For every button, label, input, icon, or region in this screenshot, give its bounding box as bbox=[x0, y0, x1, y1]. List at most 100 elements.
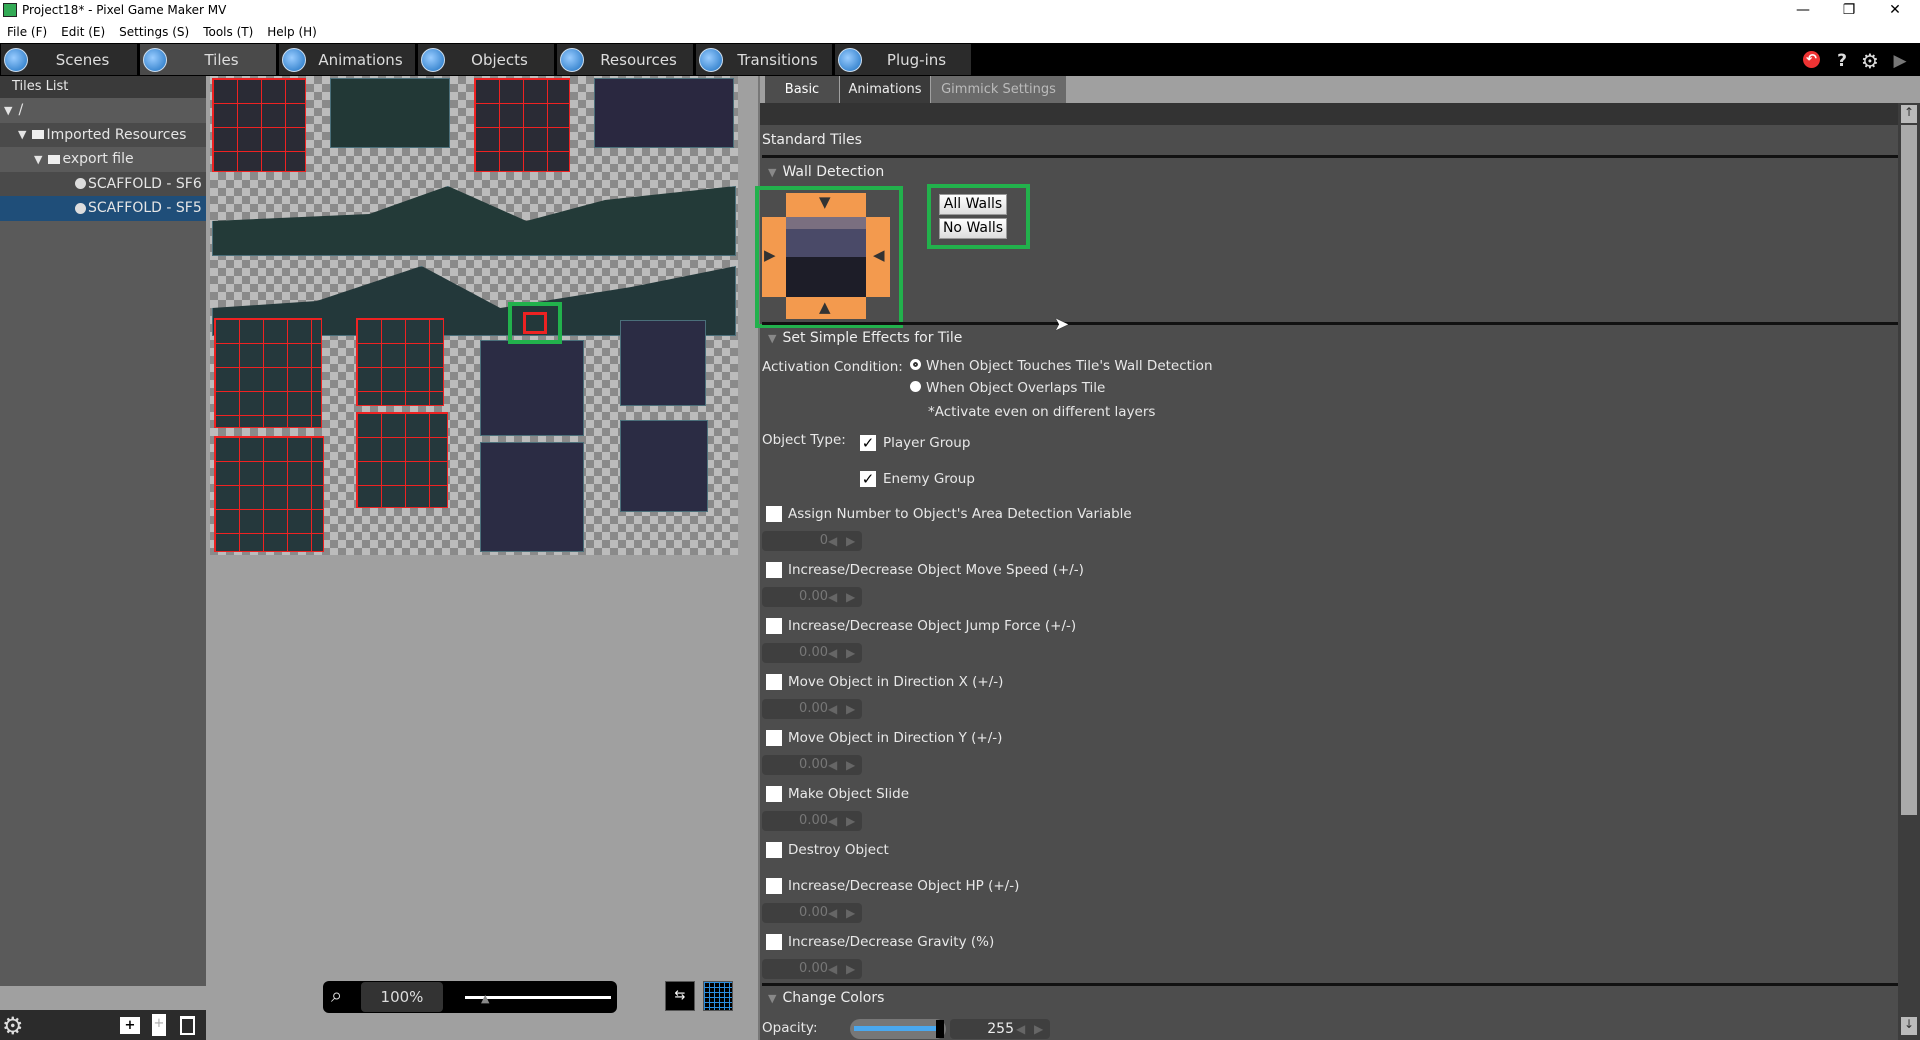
grid-toggle-icon[interactable] bbox=[703, 981, 733, 1011]
add-folder-icon[interactable]: + bbox=[120, 1017, 140, 1034]
selected-tile-highlight[interactable] bbox=[508, 302, 562, 344]
collapse-icon[interactable]: ▼ bbox=[768, 992, 776, 1005]
decrement-icon[interactable]: ◀ bbox=[1016, 1019, 1025, 1039]
tree-item-sf6[interactable]: SCAFFOLD - SF6 bbox=[0, 171, 206, 196]
scrollbar[interactable]: ↑ ↓ bbox=[1898, 103, 1920, 1040]
value-spinner[interactable]: 0.00 ◀ ▶ bbox=[762, 959, 862, 979]
close-button[interactable]: ✕ bbox=[1872, 0, 1918, 21]
menu-settings[interactable]: Settings (S) bbox=[119, 25, 189, 39]
tab-gimmick-settings[interactable]: Gimmick Settings bbox=[931, 76, 1066, 103]
checkbox[interactable] bbox=[766, 674, 782, 690]
checkbox[interactable] bbox=[766, 618, 782, 634]
checkbox[interactable] bbox=[766, 506, 782, 522]
menu-tools[interactable]: Tools (T) bbox=[203, 25, 253, 39]
tab-tiles[interactable]: Tiles bbox=[140, 44, 276, 75]
all-walls-button[interactable]: All Walls bbox=[939, 194, 1007, 215]
value-spinner[interactable]: 0.00 ◀ ▶ bbox=[762, 587, 862, 607]
wall-detection-heading[interactable]: ▼ Wall Detection bbox=[768, 164, 884, 180]
checkbox[interactable] bbox=[766, 786, 782, 802]
checkbox[interactable] bbox=[766, 562, 782, 578]
checkmark-icon[interactable]: ✓ bbox=[860, 471, 876, 487]
collapse-icon[interactable]: ▼ bbox=[768, 332, 776, 345]
trash-icon[interactable] bbox=[180, 1016, 195, 1035]
tile-block bbox=[356, 318, 444, 406]
radio-overlap[interactable]: When Object Overlaps Tile bbox=[910, 380, 1105, 396]
change-colors-heading[interactable]: ▼ Change Colors bbox=[768, 990, 884, 1006]
decrement-icon[interactable]: ◀ bbox=[828, 531, 837, 551]
radio-touch-wall[interactable]: When Object Touches Tile's Wall Detectio… bbox=[910, 358, 1213, 374]
decrement-icon[interactable]: ◀ bbox=[828, 903, 837, 923]
tab-basic[interactable]: Basic bbox=[765, 76, 839, 103]
add-file-icon[interactable]: + bbox=[152, 1014, 166, 1036]
scrollbar-thumb[interactable] bbox=[1901, 125, 1917, 815]
undo-icon[interactable]: ↶ bbox=[1803, 51, 1820, 68]
tree-imported-resources[interactable]: ▼ Imported Resources bbox=[0, 122, 206, 147]
value-spinner[interactable]: 0.00 ◀ ▶ bbox=[762, 755, 862, 775]
increment-icon[interactable]: ▶ bbox=[846, 699, 855, 719]
increment-icon[interactable]: ▶ bbox=[846, 531, 855, 551]
tab-animations[interactable]: Animations bbox=[279, 44, 415, 75]
wall-detection-editor[interactable]: ▼ ▲ ▶ ◀ bbox=[755, 186, 903, 328]
tile-palette-canvas[interactable] bbox=[210, 76, 738, 555]
value-spinner[interactable]: 0.00 ◀ ▶ bbox=[762, 811, 862, 831]
radio-selected-icon[interactable] bbox=[910, 359, 921, 370]
decrement-icon[interactable]: ◀ bbox=[828, 959, 837, 979]
decrement-icon[interactable]: ◀ bbox=[828, 587, 837, 607]
minimize-button[interactable]: — bbox=[1780, 0, 1826, 21]
checkbox[interactable] bbox=[766, 842, 782, 858]
tree-export-file[interactable]: ▼ export file bbox=[0, 147, 206, 172]
scroll-down-icon[interactable]: ↓ bbox=[1901, 1017, 1917, 1035]
expand-icon[interactable]: ▼ bbox=[18, 128, 26, 141]
tab-animations-settings[interactable]: Animations bbox=[840, 76, 930, 103]
expand-icon[interactable]: ▼ bbox=[34, 153, 42, 166]
decrement-icon[interactable]: ◀ bbox=[828, 643, 837, 663]
increment-icon[interactable]: ▶ bbox=[846, 643, 855, 663]
opacity-spinner[interactable]: 255 ◀ ▶ bbox=[950, 1019, 1050, 1039]
opacity-slider-thumb[interactable] bbox=[936, 1020, 944, 1038]
restore-button[interactable]: ❐ bbox=[1826, 0, 1872, 21]
decrement-icon[interactable]: ◀ bbox=[828, 755, 837, 775]
zoom-slider-thumb[interactable]: ▲ bbox=[481, 992, 489, 1005]
collapse-icon[interactable]: ▼ bbox=[768, 166, 776, 179]
increment-icon[interactable]: ▶ bbox=[1034, 1019, 1043, 1039]
value-spinner[interactable]: 0 ◀ ▶ bbox=[762, 531, 862, 551]
decrement-icon[interactable]: ◀ bbox=[828, 811, 837, 831]
play-icon[interactable]: ▶ bbox=[1890, 51, 1910, 71]
tab-plugins[interactable]: Plug-ins bbox=[835, 44, 971, 75]
tab-transitions[interactable]: Transitions bbox=[696, 44, 832, 75]
increment-icon[interactable]: ▶ bbox=[846, 903, 855, 923]
tree-root[interactable]: ▼ / bbox=[0, 98, 206, 123]
simple-effects-heading[interactable]: ▼ Set Simple Effects for Tile bbox=[768, 330, 962, 346]
settings-icon[interactable]: ⚙ bbox=[1860, 51, 1880, 71]
checkmark-icon[interactable]: ✓ bbox=[860, 435, 876, 451]
checkbox[interactable] bbox=[766, 730, 782, 746]
expand-icon[interactable]: ▼ bbox=[4, 104, 12, 117]
increment-icon[interactable]: ▶ bbox=[846, 811, 855, 831]
menu-help[interactable]: Help (H) bbox=[267, 25, 317, 39]
increment-icon[interactable]: ▶ bbox=[846, 755, 855, 775]
tree-item-sf5[interactable]: SCAFFOLD - SF5 bbox=[0, 196, 206, 221]
opacity-slider[interactable] bbox=[850, 1019, 946, 1039]
decrement-icon[interactable]: ◀ bbox=[828, 699, 837, 719]
help-icon[interactable]: ? bbox=[1832, 51, 1852, 71]
checkbox[interactable] bbox=[766, 878, 782, 894]
tab-scenes[interactable]: Scenes bbox=[1, 44, 137, 75]
tab-objects[interactable]: Objects bbox=[418, 44, 554, 75]
increment-icon[interactable]: ▶ bbox=[846, 587, 855, 607]
tab-resources[interactable]: Resources bbox=[557, 44, 693, 75]
increment-icon[interactable]: ▶ bbox=[846, 959, 855, 979]
zoom-input[interactable]: 100% bbox=[361, 982, 443, 1012]
no-walls-button[interactable]: No Walls bbox=[939, 218, 1007, 239]
checkbox[interactable] bbox=[766, 934, 782, 950]
value-spinner[interactable]: 0.00 ◀ ▶ bbox=[762, 903, 862, 923]
fit-view-icon[interactable]: ⇆ bbox=[665, 981, 695, 1011]
value-spinner[interactable]: 0.00 ◀ ▶ bbox=[762, 643, 862, 663]
menu-edit[interactable]: Edit (E) bbox=[61, 25, 105, 39]
menu-file[interactable]: File (F) bbox=[7, 25, 47, 39]
scroll-up-icon[interactable]: ↑ bbox=[1901, 105, 1917, 123]
gear-icon[interactable]: ⚙ bbox=[2, 1012, 24, 1040]
spinner-value: 0.00 bbox=[799, 645, 828, 660]
radio-label: When Object Touches Tile's Wall Detectio… bbox=[926, 358, 1213, 374]
value-spinner[interactable]: 0.00 ◀ ▶ bbox=[762, 699, 862, 719]
radio-icon[interactable] bbox=[910, 381, 921, 392]
